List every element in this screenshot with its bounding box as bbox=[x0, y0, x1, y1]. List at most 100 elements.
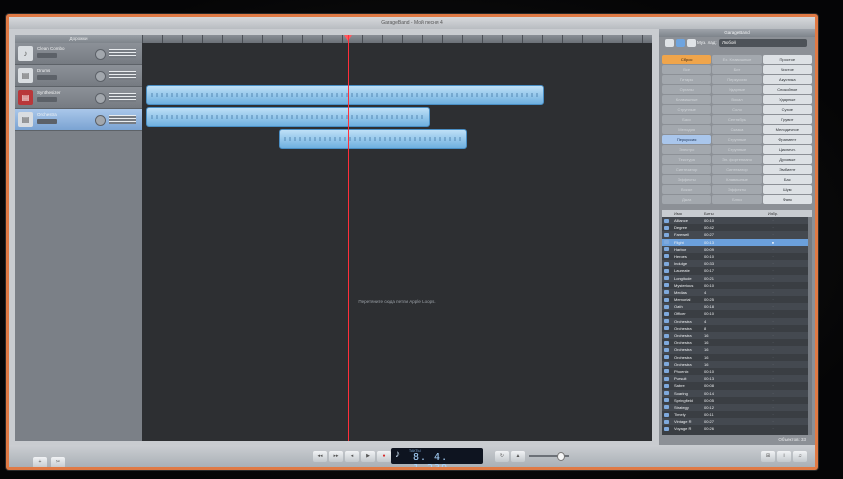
keyword-button[interactable]: Синтезатор bbox=[712, 165, 762, 174]
favorite-checkbox[interactable]: · bbox=[734, 325, 812, 332]
arrange-area[interactable]: Перетяните сюда петли Apple Loops. bbox=[142, 35, 652, 441]
keyword-button[interactable]: Джаз bbox=[662, 195, 712, 204]
keyword-button[interactable]: Фрагмент bbox=[762, 135, 812, 144]
favorite-checkbox[interactable]: · bbox=[734, 246, 812, 253]
volume-meter[interactable] bbox=[109, 49, 136, 58]
loop-list-item[interactable]: Degree 00:42 · bbox=[662, 224, 812, 231]
loop-list-item[interactable]: Voyage R 00:26 · bbox=[662, 425, 812, 432]
keyword-button[interactable]: Духовые bbox=[762, 155, 812, 164]
keyword-button[interactable]: Синтезатор bbox=[662, 165, 712, 174]
loop-list-item[interactable]: Indulge 00:33 · bbox=[662, 260, 812, 268]
loop-list-item[interactable]: Sabre 00:08 · bbox=[662, 382, 812, 389]
loop-list-item[interactable]: Harbor 00:09 · bbox=[662, 245, 812, 253]
loop-list-item[interactable]: Orchestra 16 · bbox=[662, 354, 812, 361]
editor-toggle-button[interactable]: ✂ bbox=[51, 457, 65, 467]
pan-knob[interactable] bbox=[95, 49, 106, 60]
keyword-button[interactable]: Перкуссия bbox=[712, 75, 762, 84]
loop-list-item[interactable]: Medias 4 · bbox=[662, 288, 812, 297]
pan-knob[interactable] bbox=[95, 93, 106, 104]
podcast-icon[interactable] bbox=[687, 39, 696, 47]
loop-list-item[interactable]: Oath 00:18 · bbox=[662, 303, 812, 311]
keyword-button[interactable]: Эффекты bbox=[662, 175, 712, 184]
favorite-checkbox[interactable]: · bbox=[734, 390, 812, 397]
loop-list-item[interactable]: Laureate 00:17 · bbox=[662, 267, 812, 274]
keyword-button[interactable]: Ex. Клавишные bbox=[712, 55, 762, 64]
favorite-checkbox[interactable]: · bbox=[734, 303, 812, 310]
rewind-button[interactable]: ◂◂ bbox=[313, 451, 327, 462]
keyword-button[interactable]: Сброс bbox=[662, 55, 712, 64]
keyword-button[interactable]: Струнные bbox=[712, 145, 762, 154]
region-clean-combo[interactable] bbox=[146, 85, 544, 105]
keyword-button[interactable]: Гитары bbox=[662, 75, 712, 84]
favorite-checkbox[interactable]: · bbox=[734, 310, 812, 317]
mute-solo-buttons[interactable] bbox=[37, 119, 57, 124]
favorite-checkbox[interactable]: · bbox=[734, 217, 812, 224]
favorite-checkbox[interactable]: · bbox=[734, 231, 812, 238]
keyword-button[interactable]: Шум bbox=[762, 185, 812, 194]
keyword-button[interactable]: Басс bbox=[662, 115, 712, 124]
loop-browser-toggle[interactable]: ⊞ bbox=[761, 451, 775, 462]
favorite-checkbox[interactable]: · bbox=[734, 282, 812, 289]
favorite-checkbox[interactable]: · bbox=[734, 418, 812, 425]
lcd-display[interactable]: ♪ ТАКТЫ 8. 4. 1.239 bbox=[391, 448, 483, 467]
keyword-button[interactable]: Мелодия bbox=[662, 125, 712, 134]
keyword-button[interactable]: Клавишные bbox=[662, 95, 712, 104]
favorite-checkbox[interactable]: · bbox=[734, 296, 812, 303]
loop-list-item[interactable]: Flight 00:13 ● bbox=[662, 238, 812, 246]
list-view-icon[interactable] bbox=[676, 39, 685, 47]
keyword-button[interactable]: Струнные bbox=[712, 135, 762, 144]
playhead[interactable] bbox=[348, 35, 349, 441]
loop-list-item[interactable]: Pursuit 00:13 · bbox=[662, 375, 812, 383]
keyword-button[interactable]: Эффекты bbox=[712, 185, 762, 194]
loop-list-item[interactable]: Soaring 00:14 · bbox=[662, 389, 812, 397]
keyword-button[interactable]: Чистое bbox=[762, 65, 812, 74]
column-beats[interactable]: Биты bbox=[704, 210, 734, 217]
favorite-checkbox[interactable]: · bbox=[734, 411, 812, 418]
grid-view-icon[interactable] bbox=[665, 39, 674, 47]
add-track-button[interactable]: + bbox=[33, 457, 47, 467]
metronome-button[interactable]: ▲ bbox=[511, 451, 525, 462]
track-row[interactable]: ▤ Synthesizer bbox=[15, 87, 142, 109]
loop-list-item[interactable]: Orchestra 16 · bbox=[662, 360, 812, 368]
keyword-button[interactable]: Соло bbox=[712, 105, 762, 114]
keyword-button[interactable]: Грувит bbox=[762, 115, 812, 124]
keyword-button[interactable]: Акустика bbox=[762, 75, 812, 84]
favorite-checkbox[interactable]: · bbox=[734, 260, 812, 267]
loop-list-item[interactable]: Orchestra 16 · bbox=[662, 332, 812, 340]
keyword-button[interactable]: Эмбиент bbox=[762, 165, 812, 174]
keyword-button[interactable]: Струнные bbox=[662, 105, 712, 114]
favorite-checkbox[interactable]: · bbox=[734, 382, 812, 389]
favorite-checkbox[interactable]: · bbox=[734, 361, 812, 368]
loop-list-item[interactable]: Orchestra 16 · bbox=[662, 346, 812, 354]
favorite-checkbox[interactable]: · bbox=[734, 346, 812, 353]
region-drums[interactable] bbox=[146, 107, 430, 127]
keyword-button[interactable]: Спокойное bbox=[762, 85, 812, 94]
loop-list-item[interactable]: Timely 00:11 · bbox=[662, 411, 812, 418]
keyword-button[interactable]: Вокал bbox=[712, 95, 762, 104]
keyword-button[interactable]: Блюз bbox=[712, 195, 762, 204]
master-volume-knob[interactable] bbox=[557, 452, 565, 461]
loop-list-item[interactable]: Phoenix 00:10 · bbox=[662, 368, 812, 375]
mute-solo-buttons[interactable] bbox=[37, 53, 57, 58]
pan-knob[interactable] bbox=[95, 71, 106, 82]
scale-select[interactable]: Любой bbox=[719, 39, 807, 47]
column-name[interactable]: Имя bbox=[662, 210, 704, 217]
fast-forward-button[interactable]: ▸▸ bbox=[329, 451, 343, 462]
favorite-checkbox[interactable]: · bbox=[734, 224, 812, 231]
keyword-button[interactable]: Бас bbox=[762, 175, 812, 184]
track-row[interactable]: ▤ Drums bbox=[15, 65, 142, 87]
cycle-button[interactable]: ↻ bbox=[495, 451, 509, 462]
column-favorite[interactable]: Избр. bbox=[734, 210, 812, 217]
favorite-checkbox[interactable]: · bbox=[734, 404, 812, 411]
loop-list-item[interactable]: Strategy 00:12 · bbox=[662, 403, 812, 412]
keyword-button[interactable]: Вокал bbox=[662, 185, 712, 194]
keyword-button[interactable]: Сказка bbox=[712, 125, 762, 134]
keyword-button[interactable]: Цикличн. bbox=[762, 145, 812, 154]
loop-list-item[interactable]: Officer 00:10 · bbox=[662, 310, 812, 317]
loop-list-item[interactable]: Mysterious 00:10 · bbox=[662, 282, 812, 289]
keyword-button[interactable]: Эл. фортепиано bbox=[712, 155, 762, 164]
keyword-button[interactable]: Ударные bbox=[762, 95, 812, 104]
media-browser-button[interactable]: ♫ bbox=[793, 451, 807, 462]
favorite-checkbox[interactable]: · bbox=[734, 375, 812, 382]
play-button[interactable]: ▶ bbox=[361, 451, 375, 462]
